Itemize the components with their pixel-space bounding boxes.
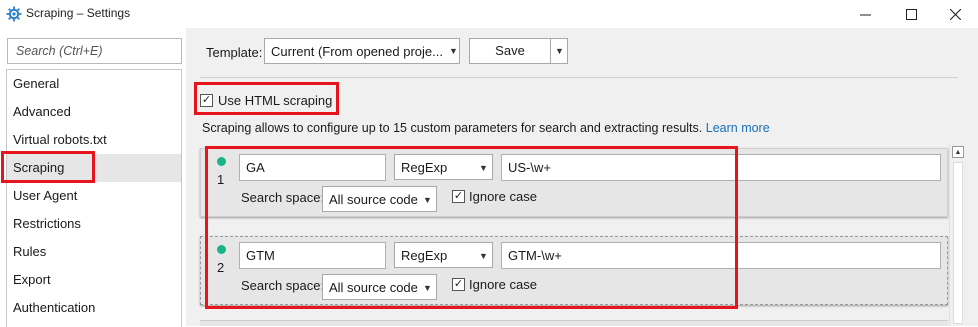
scraping-parameter-1: 1 GA RegExp ▼ US-\w+ Search space: All s… <box>200 148 948 217</box>
minimize-button[interactable] <box>842 0 888 28</box>
parameter-3-partial <box>200 320 948 326</box>
use-html-scraping-checkbox[interactable]: ✓ <box>200 93 213 107</box>
gear-app-icon <box>6 6 22 22</box>
description-text: Scraping allows to configure up to 15 cu… <box>202 121 703 135</box>
chevron-down-icon: ▼ <box>555 46 564 56</box>
parameter-pattern-input[interactable]: US-\w+ <box>501 154 941 181</box>
sidebar-item-virtual-robots[interactable]: Virtual robots.txt <box>7 126 181 154</box>
scroll-up-arrow-icon[interactable]: ▲ <box>952 146 964 158</box>
maximize-button[interactable] <box>888 0 934 28</box>
template-select-value: Current (From opened proje... <box>271 44 443 59</box>
use-html-scraping-checkbox-row[interactable]: ✓ Use HTML scraping <box>200 90 332 110</box>
method-select-value: RegExp <box>401 160 448 175</box>
ignore-case-checkbox[interactable]: ✓ <box>452 278 465 291</box>
chevron-down-icon: ▼ <box>423 283 432 293</box>
parameter-index: 1 <box>217 172 225 187</box>
parameters-scrollbar[interactable]: ▲ <box>949 144 966 326</box>
settings-search-input[interactable]: Search (Ctrl+E) <box>7 38 182 64</box>
status-dot-icon <box>217 245 226 254</box>
status-dot-icon <box>217 157 226 166</box>
close-icon <box>949 8 961 20</box>
sidebar-item-restrictions[interactable]: Restrictions <box>7 210 181 238</box>
method-select-value: RegExp <box>401 248 448 263</box>
close-button[interactable] <box>932 0 978 28</box>
parameter-method-select[interactable]: RegExp ▼ <box>394 154 493 180</box>
sidebar-item-scraping[interactable]: Scraping <box>7 154 181 182</box>
parameter-name-input[interactable]: GA <box>239 154 386 181</box>
sidebar-item-advanced[interactable]: Advanced <box>7 98 181 126</box>
chevron-down-icon: ▼ <box>479 163 488 173</box>
ignore-case-checkbox-row[interactable]: ✓ Ignore case <box>452 277 537 292</box>
search-space-select[interactable]: All source code ▼ <box>322 274 437 300</box>
search-space-select-value: All source code <box>329 192 418 207</box>
settings-sidebar: Search (Ctrl+E) General Advanced Virtual… <box>0 28 186 327</box>
parameter-method-select[interactable]: RegExp ▼ <box>394 242 493 268</box>
chevron-down-icon: ▼ <box>423 195 432 205</box>
scraping-description: Scraping allows to configure up to 15 cu… <box>202 121 770 135</box>
learn-more-link[interactable]: Learn more <box>706 121 770 135</box>
chevron-down-icon: ▼ <box>479 251 488 261</box>
parameter-index: 2 <box>217 260 225 275</box>
sidebar-item-general[interactable]: General <box>7 70 181 98</box>
title-bar: Scraping – Settings <box>0 0 978 28</box>
parameter-name-input[interactable]: GTM <box>239 242 386 269</box>
window-title: Scraping – Settings <box>26 6 131 20</box>
parameter-pattern-input[interactable]: GTM-\w+ <box>501 242 941 269</box>
scraping-parameter-2: 2 GTM RegExp ▼ GTM-\w+ Search space: All… <box>200 236 948 305</box>
sidebar-item-user-agent[interactable]: User Agent <box>7 182 181 210</box>
ignore-case-label: Ignore case <box>469 277 537 292</box>
save-dropdown-button[interactable]: ▼ <box>551 38 568 64</box>
search-space-label: Search space: <box>241 190 325 205</box>
template-select[interactable]: Current (From opened proje... <box>264 38 460 64</box>
sidebar-item-export[interactable]: Export <box>7 266 181 294</box>
maximize-icon <box>905 8 917 20</box>
search-space-label: Search space: <box>241 278 325 293</box>
use-html-scraping-label: Use HTML scraping <box>218 92 333 108</box>
search-space-select-value: All source code <box>329 280 418 295</box>
ignore-case-checkbox-row[interactable]: ✓ Ignore case <box>452 189 537 204</box>
minimize-icon <box>859 14 871 15</box>
divider <box>200 77 958 78</box>
ignore-case-checkbox[interactable]: ✓ <box>452 190 465 203</box>
settings-nav-list: General Advanced Virtual robots.txt Scra… <box>6 69 182 327</box>
save-button[interactable]: Save <box>469 38 551 64</box>
search-space-select[interactable]: All source code ▼ <box>322 186 437 212</box>
scraping-settings-panel: Template: Current (From opened proje... … <box>186 28 978 326</box>
sidebar-item-rules[interactable]: Rules <box>7 238 181 266</box>
scrollbar-thumb[interactable] <box>953 162 963 324</box>
template-label: Template: <box>206 45 263 60</box>
chevron-down-icon: ▼ <box>449 46 458 56</box>
ignore-case-label: Ignore case <box>469 189 537 204</box>
sidebar-item-authentication[interactable]: Authentication <box>7 294 181 322</box>
